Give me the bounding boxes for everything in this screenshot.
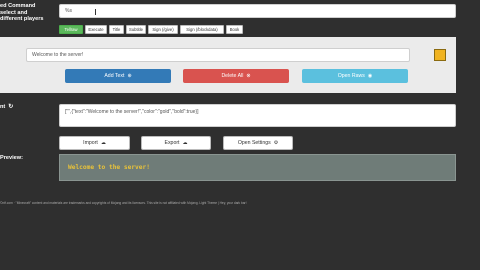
sidebar-title-line: different players <box>0 16 44 22</box>
tab-sign-blockdata[interactable]: Sign (/blockdata) <box>180 25 224 34</box>
footer-text: ©ntf.com · "Minecraft" content and mater… <box>0 201 247 205</box>
command-input-value: %s <box>65 8 72 14</box>
command-input[interactable]: %s <box>59 4 456 18</box>
json-label: nt ↻ <box>0 104 13 111</box>
tab-book[interactable]: Book <box>226 25 243 34</box>
json-output-field[interactable]: ["",{"text":"Welcome to the server!","co… <box>59 104 456 127</box>
eye-icon: ◉ <box>367 73 373 79</box>
sidebar-title: ed Command select and different players <box>0 3 44 23</box>
x-circle-icon: ⊗ <box>246 73 251 79</box>
import-label: Import <box>83 140 98 146</box>
tab-tellraw[interactable]: Tellraw <box>59 25 83 34</box>
import-button[interactable]: Import ☁ <box>59 136 130 150</box>
json-output-value: ["",{"text":"Welcome to the server!","co… <box>65 109 199 115</box>
export-button[interactable]: Export ☁ <box>141 136 211 150</box>
preview-text: Welcome to the server! <box>68 164 150 171</box>
editor-panel <box>0 37 456 93</box>
text-segment-input[interactable]: Welcome to the server! <box>26 48 410 62</box>
json-label-text: nt <box>0 104 6 110</box>
add-text-label: Add Text <box>104 73 125 79</box>
tab-sign-give[interactable]: Sign (/give) <box>148 25 178 34</box>
preview-label: Preview: <box>0 155 24 161</box>
cloud-upload-icon: ☁ <box>100 140 106 146</box>
gear-icon: ⚙ <box>273 140 279 146</box>
text-segment-value: Welcome to the server! <box>32 52 84 58</box>
tab-execute[interactable]: Execute <box>85 25 107 34</box>
open-settings-label: Open Settings <box>237 140 271 146</box>
plus-circle-icon: ⊕ <box>127 73 132 79</box>
open-raws-label: Open Raws <box>337 73 365 79</box>
text-cursor <box>95 9 96 15</box>
export-label: Export <box>164 140 180 146</box>
tab-title[interactable]: Title <box>109 25 124 34</box>
refresh-icon[interactable]: ↻ <box>8 104 13 111</box>
color-swatch[interactable] <box>434 49 446 61</box>
tab-subtitle[interactable]: Subtitle <box>126 25 146 34</box>
add-text-button[interactable]: Add Text ⊕ <box>65 69 171 83</box>
delete-all-button[interactable]: Delete All ⊗ <box>183 69 289 83</box>
cloud-download-icon: ☁ <box>182 140 188 146</box>
open-raws-button[interactable]: Open Raws ◉ <box>302 69 408 83</box>
open-settings-button[interactable]: Open Settings ⚙ <box>223 136 293 150</box>
delete-all-label: Delete All <box>221 73 244 79</box>
preview-box: Welcome to the server! <box>59 154 456 181</box>
